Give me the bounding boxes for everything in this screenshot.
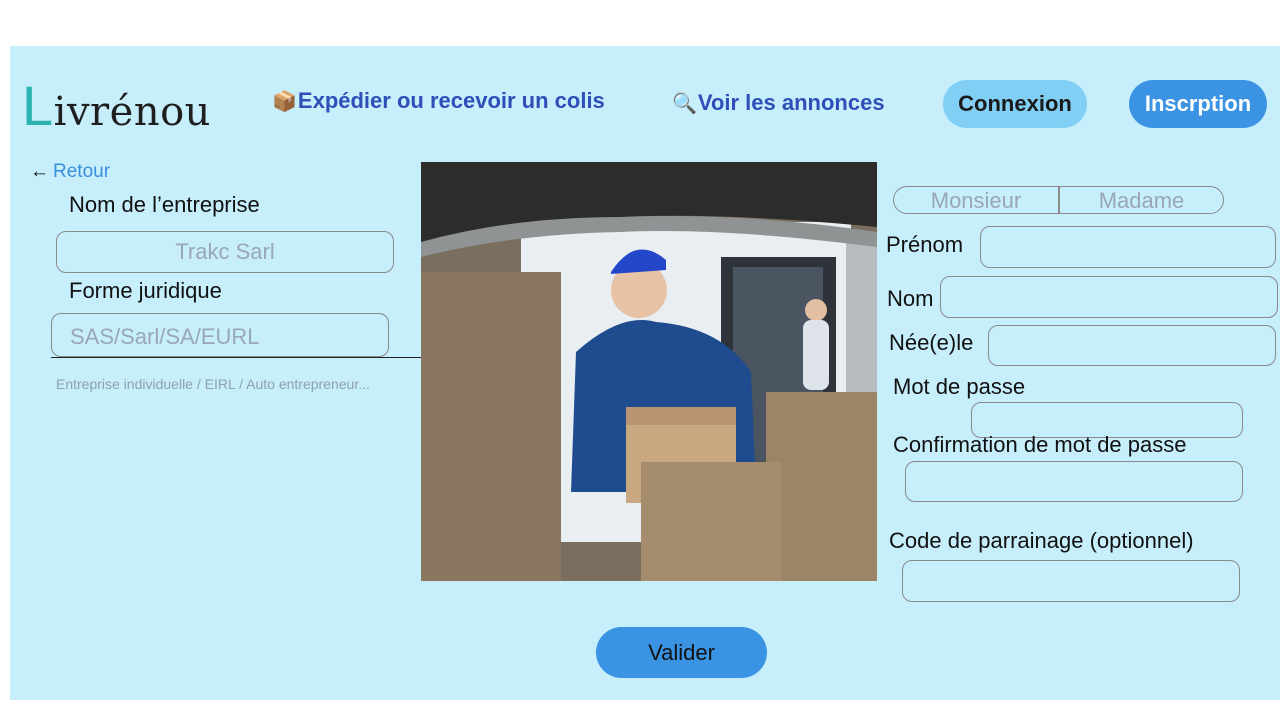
legal-form-input[interactable]: SAS/Sarl/SA/EURL <box>51 313 389 357</box>
prenom-label: Prénom <box>886 232 964 257</box>
submit-button[interactable]: Valider <box>596 627 767 678</box>
civility-option-madame[interactable]: Madame <box>1060 187 1223 213</box>
nom-label: Nom <box>887 286 934 311</box>
birthdate-label: Née(e)le <box>889 330 974 355</box>
password-label: Mot de passe <box>893 374 1026 399</box>
divider <box>51 357 422 358</box>
back-link-label: Retour <box>53 161 111 182</box>
magnifier-icon: 🔍 <box>672 93 697 115</box>
nav-link-expedier[interactable]: 📦Expédier ou recevoir un colis <box>272 88 605 114</box>
company-name-input[interactable]: Trakc Sarl <box>56 231 394 273</box>
back-link[interactable]: ← Retour <box>30 161 110 183</box>
legal-form-label: Forme juridique <box>69 278 222 303</box>
nav-expedier-label: Expédier ou recevoir un colis <box>297 88 605 113</box>
company-name-label: Nom de l’entreprise <box>69 192 260 217</box>
civility-option-monsieur[interactable]: Monsieur <box>894 187 1060 213</box>
birthdate-input[interactable] <box>988 325 1276 366</box>
delivery-man-photo <box>421 162 877 581</box>
referral-code-label: Code de parrainage (optionnel) <box>889 528 1194 553</box>
package-icon: 📦 <box>272 91 297 113</box>
nav-annonces-label: Voir les annonces <box>697 90 885 115</box>
civility-toggle[interactable]: Monsieur Madame <box>893 186 1224 214</box>
inscription-button[interactable]: Inscrption <box>1129 80 1267 128</box>
nav-link-annonces[interactable]: 🔍Voir les annonces <box>672 90 885 116</box>
referral-code-input[interactable] <box>902 560 1240 602</box>
logo[interactable]: Livrénou <box>22 78 211 140</box>
password-confirm-label: Confirmation de mot de passe <box>893 432 1187 457</box>
password-confirm-input[interactable] <box>905 461 1243 502</box>
arrow-left-icon: ← <box>30 161 49 182</box>
legal-form-hint: Entreprise individuelle / EIRL / Auto en… <box>56 376 370 392</box>
connexion-button[interactable]: Connexion <box>943 80 1087 128</box>
prenom-input[interactable] <box>980 226 1276 268</box>
nom-input[interactable] <box>940 276 1278 318</box>
